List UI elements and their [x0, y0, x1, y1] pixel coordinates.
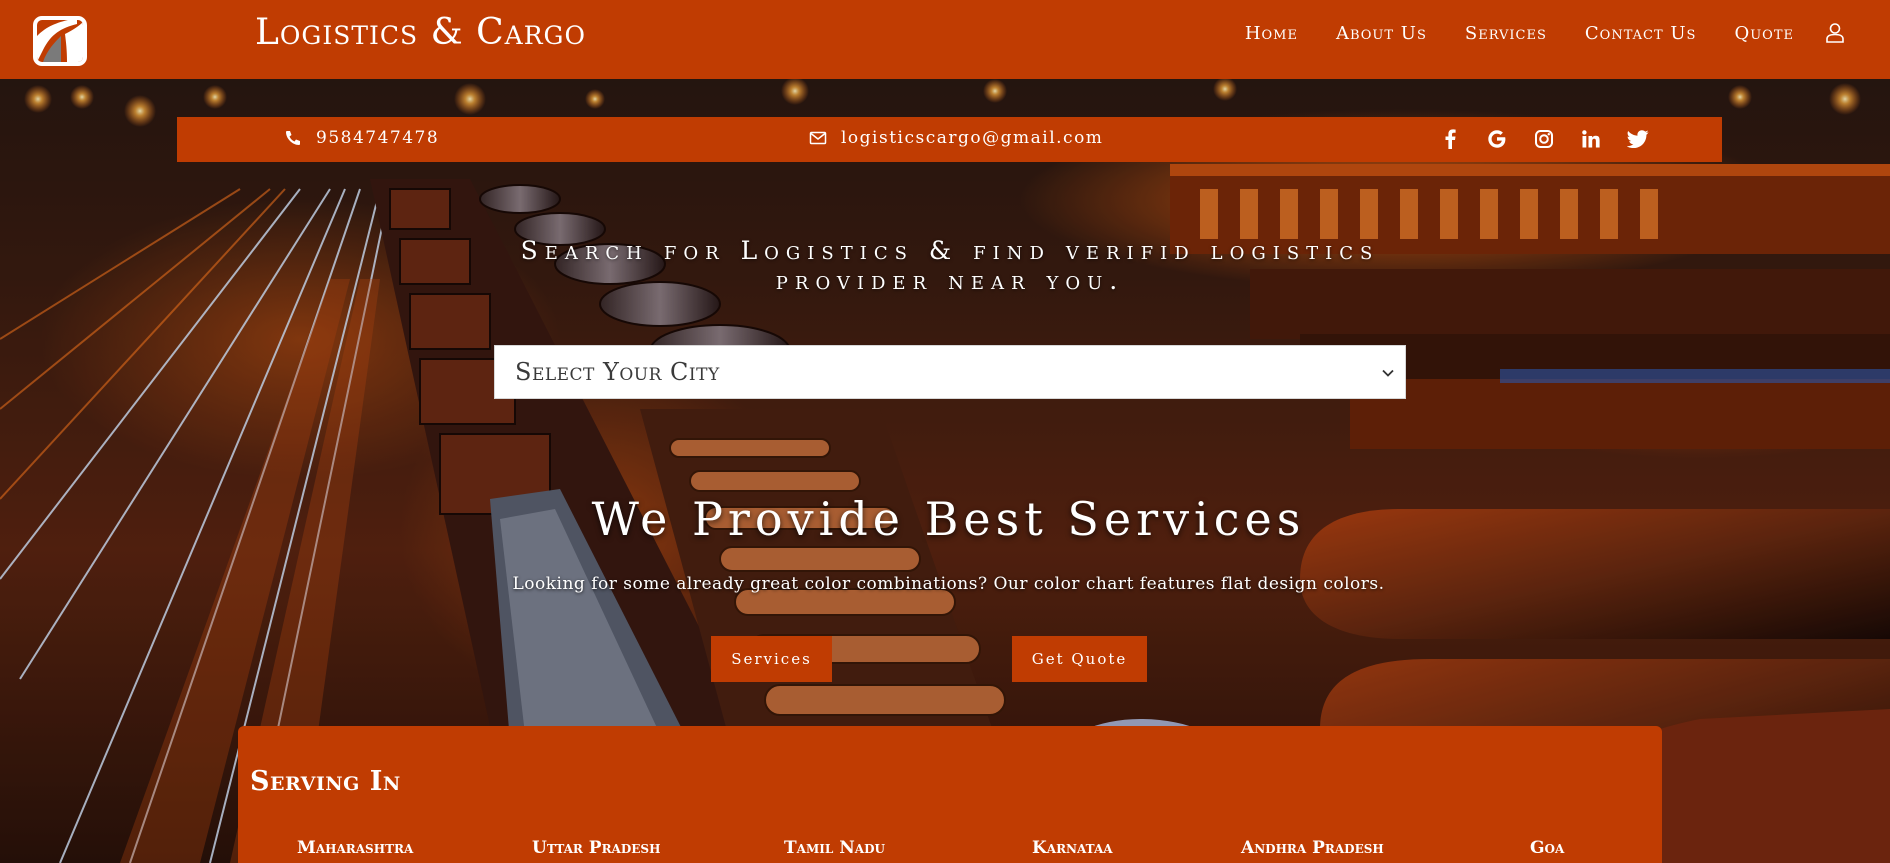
phone-contact[interactable]: 9584747478 [284, 128, 439, 148]
city-select-value: Select Your City [515, 358, 720, 386]
city-select[interactable]: Select Your City [494, 345, 1406, 399]
state-goa[interactable]: Goa [1530, 838, 1564, 858]
nav-about-us[interactable]: About Us [1336, 23, 1427, 44]
get-quote-button[interactable]: Get Quote [1012, 636, 1147, 682]
navbar: Logistics & Cargo Home About Us Services… [0, 0, 1890, 79]
social-links [1437, 127, 1672, 151]
nav-home[interactable]: Home [1245, 23, 1298, 44]
state-andhra-pradesh[interactable]: Andhra Pradesh [1241, 838, 1384, 858]
serving-in-panel: Serving In Maharashtra Uttar Pradesh Tam… [238, 726, 1662, 863]
brand-title[interactable]: Logistics & Cargo [255, 12, 586, 53]
hero-headline: We Provide Best Services [591, 492, 1306, 546]
email-address: logisticscargo@gmail.com [841, 128, 1104, 148]
envelope-icon [809, 131, 827, 145]
phone-icon [286, 131, 300, 145]
nav-services[interactable]: Services [1465, 23, 1547, 44]
hero-subline: Looking for some already great color com… [512, 574, 1385, 594]
serving-in-title: Serving In [250, 766, 401, 797]
main-nav: Home About Us Services Contact Us Quote [1207, 22, 1846, 44]
user-icon[interactable] [1824, 22, 1846, 44]
logo-icon[interactable] [33, 16, 87, 66]
state-karnataka[interactable]: Karnataa [1032, 838, 1113, 858]
nav-contact-us[interactable]: Contact Us [1585, 23, 1697, 44]
phone-number: 9584747478 [316, 128, 440, 148]
state-uttar-pradesh[interactable]: Uttar Pradesh [532, 838, 660, 858]
state-tamil-nadu[interactable]: Tamil Nadu [784, 838, 885, 858]
facebook-icon[interactable] [1437, 127, 1463, 151]
google-icon[interactable] [1484, 127, 1510, 151]
contact-bar: 9584747478 logisticscargo@gmail.com [177, 117, 1722, 162]
state-maharashtra[interactable]: Maharashtra [297, 838, 413, 858]
search-heading: Search for Logistics & find verifid logi… [520, 236, 1380, 295]
twitter-icon[interactable] [1625, 127, 1651, 151]
instagram-icon[interactable] [1531, 127, 1557, 151]
email-contact[interactable]: logisticscargo@gmail.com [809, 128, 1103, 148]
nav-quote[interactable]: Quote [1734, 23, 1794, 44]
linkedin-icon[interactable] [1578, 127, 1604, 151]
services-button[interactable]: Services [711, 636, 832, 682]
chevron-down-icon [1382, 369, 1394, 377]
